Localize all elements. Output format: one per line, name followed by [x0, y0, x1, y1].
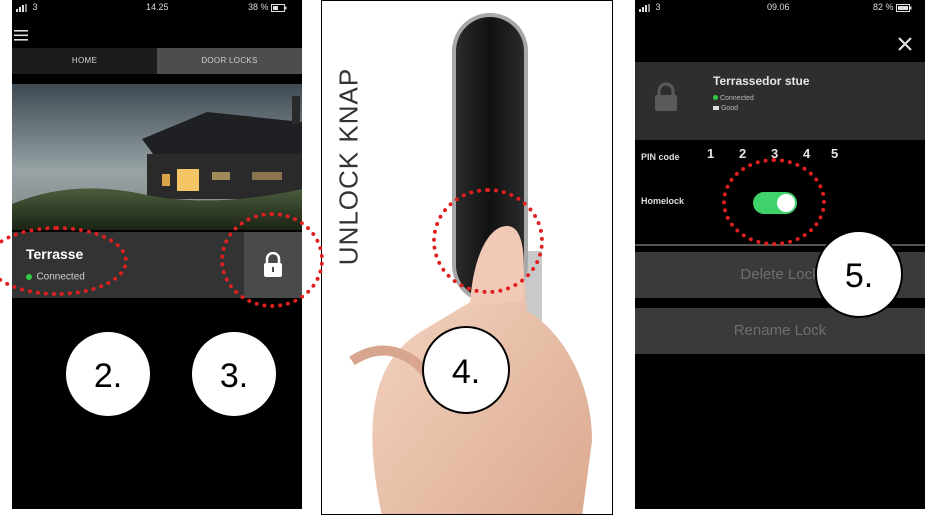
- homelock-label: Homelock: [641, 196, 685, 206]
- battery-text: 38 %: [248, 2, 269, 12]
- pin-digit: 4: [803, 146, 811, 161]
- lock-info-card: Terrassedor stue Connected Good: [635, 62, 925, 140]
- highlight-homelock-toggle: [722, 158, 826, 246]
- battery-status-text: Good: [720, 105, 739, 112]
- carrier-text: 3: [32, 2, 38, 12]
- battery-icon: [271, 3, 287, 12]
- callout-5: 5.: [815, 230, 903, 318]
- battery-small-icon: [713, 106, 719, 110]
- status-time: 09.06: [767, 2, 790, 12]
- app-screen-lock-settings: 3 09.06 82 % Terrassedor stue Connected …: [635, 0, 925, 509]
- status-bar: 3 09.06 82 %: [635, 0, 925, 16]
- pin-digit: 1: [707, 146, 715, 161]
- status-bar: 3 14.25 38 %: [12, 0, 302, 16]
- pin-code-label: PIN code: [641, 152, 680, 162]
- signal-indicator: 3: [16, 2, 38, 12]
- tab-bar: HOME DOOR LOCKS: [12, 48, 302, 74]
- house-photo: [12, 84, 302, 230]
- lock-name: Terrassedor stue: [713, 74, 810, 88]
- battery-status: Good: [713, 105, 738, 112]
- tab-home[interactable]: HOME: [12, 48, 157, 74]
- battery-text: 82 %: [873, 2, 894, 12]
- signal-icon: [16, 3, 27, 12]
- close-icon[interactable]: [897, 36, 913, 52]
- highlight-handle-press: [432, 188, 544, 294]
- callout-3: 3.: [190, 330, 278, 418]
- battery-icon: [896, 3, 912, 12]
- padlock-icon: [655, 82, 677, 111]
- pin-digit: 5: [831, 146, 839, 161]
- tab-door-locks[interactable]: DOOR LOCKS: [157, 48, 302, 74]
- callout-4: 4.: [422, 326, 510, 414]
- rename-lock-button[interactable]: Rename Lock: [635, 308, 925, 354]
- status-time: 14.25: [146, 2, 169, 12]
- connected-dot-icon: [713, 95, 718, 100]
- status-right: 38 %: [248, 2, 287, 12]
- callout-2: 2.: [64, 330, 152, 418]
- carrier-text: 3: [655, 2, 661, 12]
- status-right: 82 %: [873, 2, 912, 12]
- signal-icon: [639, 3, 650, 12]
- hamburger-menu-icon[interactable]: [14, 30, 28, 41]
- connection-status-text: Connected: [719, 95, 754, 102]
- highlight-unlock-button: [220, 212, 324, 308]
- connection-status: Connected: [713, 95, 754, 102]
- signal-indicator: 3: [639, 2, 661, 12]
- pin-digit: 2: [739, 146, 747, 161]
